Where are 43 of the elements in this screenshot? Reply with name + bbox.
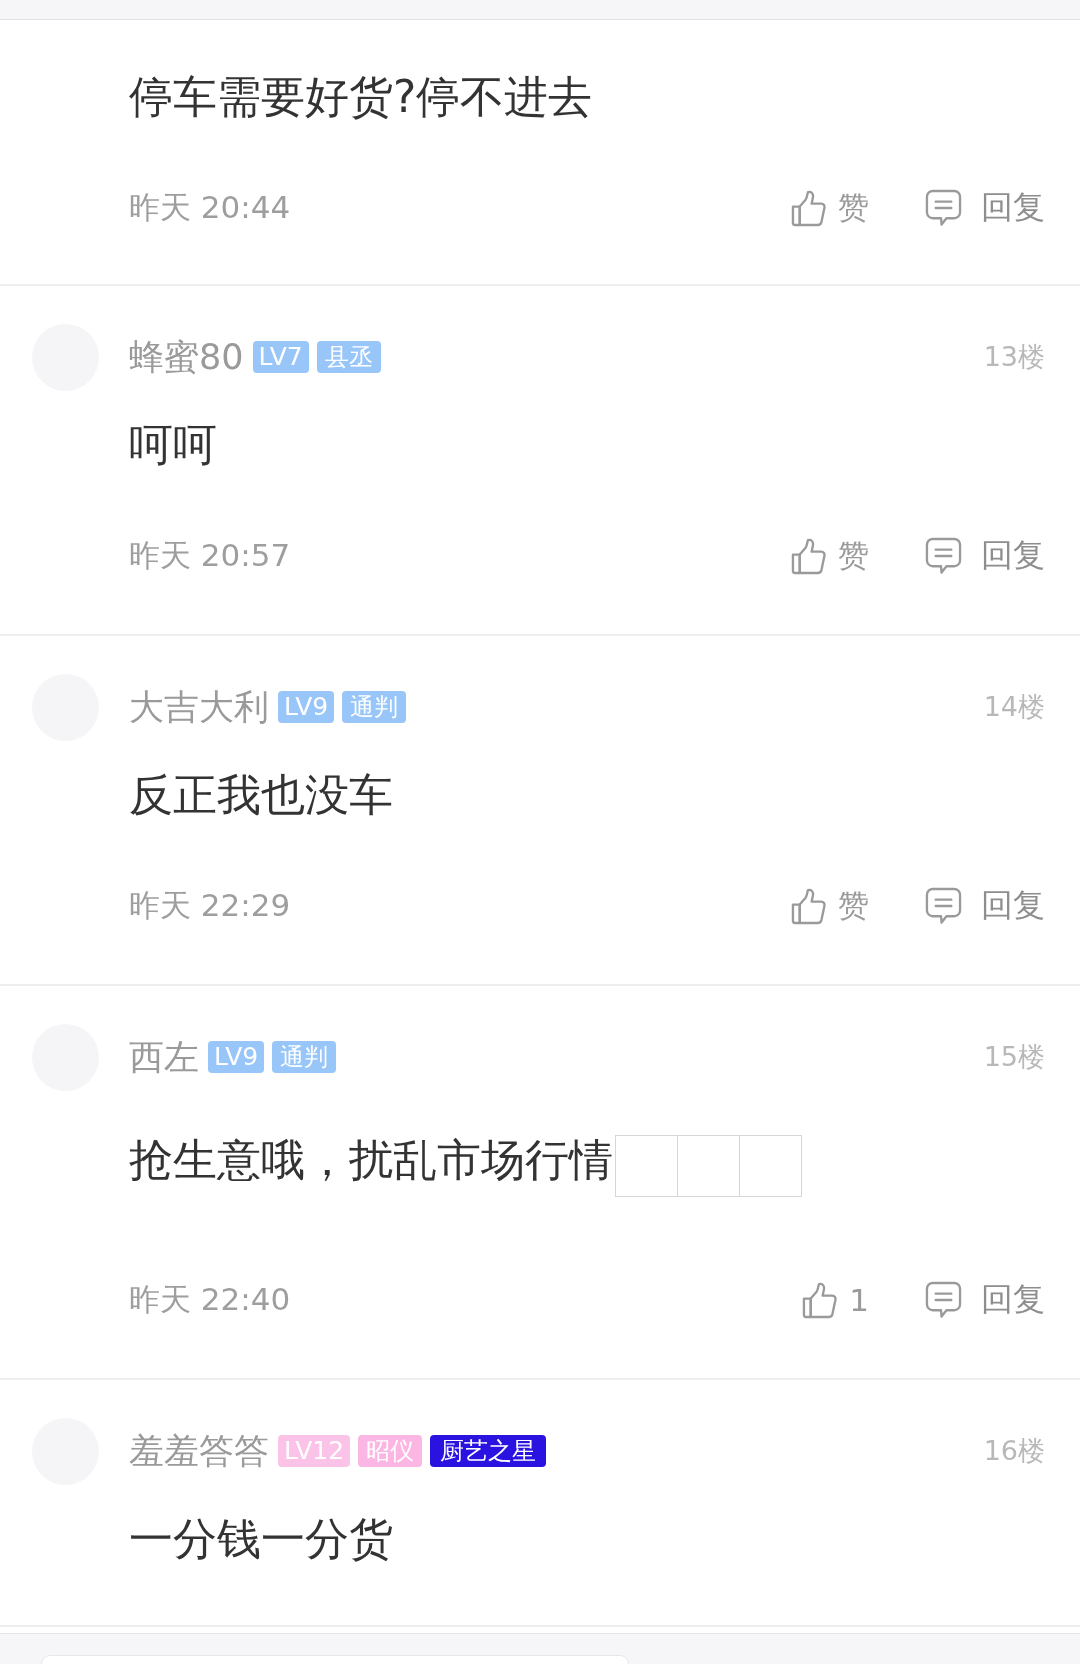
floor-number: 15楼: [983, 1040, 1045, 1074]
level-badge: LV12: [278, 1435, 351, 1467]
like-button[interactable]: 1: [802, 1281, 869, 1319]
rank-badge: 通判: [272, 1041, 337, 1073]
username[interactable]: 蜂蜜80: [129, 333, 244, 381]
rank-badge: 县丞: [316, 341, 381, 373]
comment-time: 昨天 22:29: [129, 886, 292, 925]
comment-text: 停车需要好货?停不进去: [129, 70, 593, 124]
rank-badge: 通判: [342, 691, 407, 723]
like-button[interactable]: 赞: [791, 187, 869, 229]
comment-text: 一分钱一分货: [129, 1512, 393, 1566]
comment-text: 呵呵: [129, 418, 217, 472]
reply-button[interactable]: 回复: [925, 1278, 1045, 1322]
comment-text: 反正我也没车: [129, 768, 393, 822]
like-button[interactable]: 赞: [791, 885, 869, 927]
floor-number: 16楼: [983, 1434, 1045, 1468]
reply-button[interactable]: 回复: [925, 534, 1045, 578]
username[interactable]: 大吉大利: [129, 683, 269, 731]
thumbs-up-icon: [802, 1281, 838, 1319]
reply-button[interactable]: 回复: [925, 884, 1045, 928]
rank-badge: 昭仪: [358, 1435, 423, 1467]
level-badge: LV7: [252, 341, 309, 373]
thumbs-up-icon: [791, 537, 826, 575]
floor-number: 14楼: [983, 690, 1045, 724]
comment-text: 抢生意哦，扰乱市场行情: [129, 1133, 613, 1187]
level-badge: LV9: [208, 1041, 265, 1073]
comment-input[interactable]: [41, 1655, 629, 1664]
speech-bubble-icon: [925, 537, 962, 575]
thumbs-up-icon: [791, 887, 826, 925]
comment-time: 昨天 22:40: [129, 1280, 292, 1319]
comment-time: 昨天 20:57: [129, 536, 292, 575]
thumbs-up-icon: [791, 189, 826, 227]
reply-button[interactable]: 回复: [925, 186, 1045, 230]
like-button[interactable]: 赞: [791, 535, 869, 577]
speech-bubble-icon: [925, 189, 962, 227]
speech-bubble-icon: [925, 887, 962, 925]
level-badge: LV9: [278, 691, 335, 723]
comment-time: 昨天 20:44: [129, 188, 292, 227]
floor-number: 13楼: [983, 340, 1045, 374]
username[interactable]: 羞羞答答: [129, 1427, 269, 1475]
speech-bubble-icon: [925, 1281, 962, 1319]
honor-badge: 厨艺之星: [430, 1435, 547, 1467]
username[interactable]: 西左: [129, 1033, 199, 1081]
